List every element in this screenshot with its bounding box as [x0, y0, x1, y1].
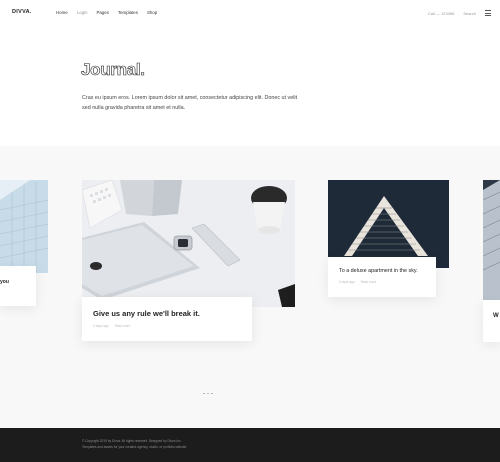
post-card[interactable]: Give us any rule we'll break it. 2 days …	[82, 297, 252, 341]
main-nav: Home Login Pages Templates Shop	[56, 10, 157, 15]
post-title[interactable]: Give us any rule we'll break it.	[93, 309, 200, 318]
read-more-link[interactable]: Read more	[115, 324, 131, 328]
nav-item-shop[interactable]: Shop	[147, 10, 157, 15]
phone-link[interactable]: Call — 123456	[428, 11, 454, 16]
post-date: 2 days ago	[339, 280, 355, 284]
post-card[interactable]: you	[0, 266, 36, 306]
post-image-desk-workspace[interactable]	[82, 180, 295, 307]
post-card[interactable]: To a deluxe apartment in the sky. 2 days…	[328, 257, 436, 297]
post-title: you	[0, 279, 9, 285]
post-meta: 2 days ago Read more	[339, 280, 376, 284]
nav-item-login[interactable]: Login	[77, 10, 88, 15]
carousel-pagination[interactable]	[203, 393, 213, 394]
post-date: 2 days ago	[93, 324, 109, 328]
footer-copyright: © Copyright 2019 by Divva. All rights re…	[82, 439, 182, 443]
footer-note: Templates and assets for your creative a…	[82, 445, 188, 449]
header-actions: Call — 123456 Search	[428, 10, 491, 16]
nav-item-home[interactable]: Home	[56, 10, 68, 15]
page-title: Journal.	[81, 60, 146, 80]
post-image-building-right[interactable]	[483, 180, 500, 301]
top-bar: DIVVA. Home Login Pages Templates Shop C…	[0, 0, 500, 26]
page-intro: Cras eu ipsum eros. Lorem ipsum dolor si…	[82, 95, 298, 111]
post-image-building-left[interactable]	[0, 180, 48, 273]
read-more-link[interactable]: Read more	[361, 280, 377, 284]
brand-logo[interactable]: DIVVA.	[12, 9, 32, 15]
nav-item-templates[interactable]: Templates	[118, 10, 138, 15]
post-card[interactable]: W	[483, 300, 500, 342]
post-meta: 2 days ago Read more	[93, 324, 130, 328]
hamburger-menu-icon[interactable]	[485, 10, 491, 16]
post-title: W	[493, 313, 499, 319]
nav-item-pages[interactable]: Pages	[96, 10, 108, 15]
search-link[interactable]: Search	[463, 11, 476, 16]
site-footer: © Copyright 2019 by Divva. All rights re…	[0, 428, 500, 462]
post-title[interactable]: To a deluxe apartment in the sky.	[339, 268, 418, 274]
post-image-apartment-building[interactable]	[328, 180, 449, 268]
